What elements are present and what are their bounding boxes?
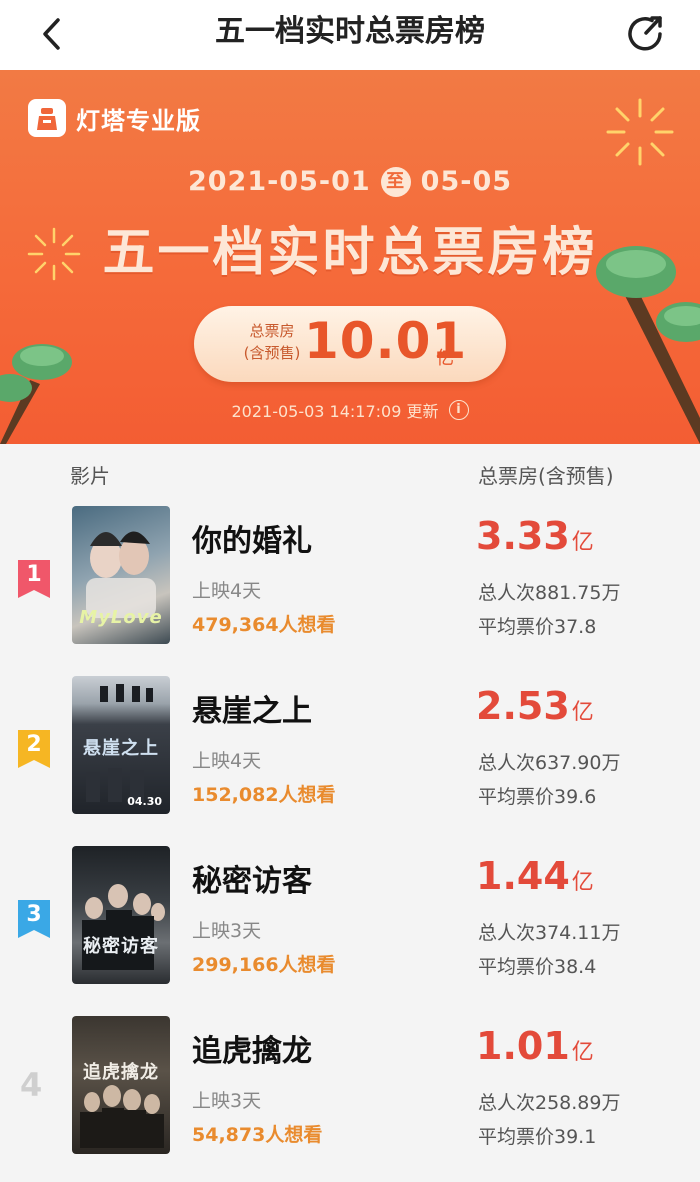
date-separator: 至: [380, 166, 411, 197]
film-poster[interactable]: 秘密访客: [72, 846, 170, 984]
average-ticket-price: 平均票价38.4: [478, 956, 597, 978]
total-label: 总票房 (含预售): [232, 320, 312, 364]
firework-decoration-icon: [606, 98, 674, 166]
film-title: 秘密访客: [192, 864, 312, 899]
film-row[interactable]: 3 秘密访客 秘密访客 上映3天 299,166人想看 1.44亿 总人次374…: [0, 846, 700, 1016]
column-header-box-office: 总票房(含预售): [478, 464, 614, 488]
film-poster[interactable]: MyLove: [72, 506, 170, 644]
rank-badge: 1: [18, 560, 50, 598]
film-box-office: 1.01亿: [476, 1024, 594, 1068]
total-label-line2: (含预售): [243, 344, 301, 362]
rank-number: 3: [26, 902, 42, 927]
rank-number: 2: [26, 732, 42, 757]
column-header-film: 影片: [70, 464, 110, 488]
film-box-office: 2.53亿: [476, 684, 594, 728]
total-viewers: 总人次881.75万: [478, 582, 621, 604]
film-box-office: 3.33亿: [476, 514, 594, 558]
navbar: 五一档实时总票房榜: [0, 0, 700, 70]
release-days: 上映4天: [192, 750, 262, 772]
release-days: 上映3天: [192, 1090, 262, 1112]
page-title: 五一档实时总票房榜: [215, 14, 485, 49]
average-ticket-price: 平均票价39.6: [478, 786, 597, 808]
update-time: 2021-05-03 14:17:09 更新: [231, 402, 439, 421]
average-ticket-price: 平均票价39.1: [478, 1126, 597, 1148]
info-icon[interactable]: i: [448, 400, 469, 420]
box-number: 1.01: [476, 1024, 570, 1068]
box-unit: 亿: [571, 700, 594, 725]
poster-caption: 悬崖之上: [83, 738, 159, 759]
release-days: 上映3天: [192, 920, 262, 942]
total-viewers: 总人次637.90万: [478, 752, 621, 774]
date-range: 2021-05-01 至 05-05: [0, 166, 700, 197]
brand: 灯塔专业版: [28, 98, 201, 138]
film-row[interactable]: 2 悬崖之上 04.30 悬崖之上 上映4天 152,082人想看 2.53亿 …: [0, 676, 700, 846]
release-days: 上映4天: [192, 580, 262, 602]
share-icon[interactable]: [622, 10, 670, 58]
want-to-see-count: 299,166人想看: [192, 954, 336, 976]
lighthouse-logo-icon: [28, 99, 66, 137]
rank-badge: 2: [18, 730, 50, 768]
film-row[interactable]: 1 MyLove 你的婚礼 上映4天 479,364人想看 3.33亿 总人次8…: [0, 506, 700, 676]
film-poster[interactable]: 悬崖之上 04.30: [72, 676, 170, 814]
poster-caption: MyLove: [79, 607, 163, 628]
box-office-banner: 灯塔专业版 2021-05-01 至 05-05 五一档实时总票房榜 总票房 (…: [0, 70, 700, 444]
total-viewers: 总人次258.89万: [478, 1092, 621, 1114]
poster-date: 04.30: [127, 795, 162, 808]
total-unit: 亿: [436, 348, 454, 369]
rank-badge: 3: [18, 900, 50, 938]
date-end: 05-05: [420, 166, 513, 197]
film-title: 你的婚礼: [192, 524, 312, 559]
box-number: 1.44: [476, 854, 570, 898]
table-header: 影片 总票房(含预售): [0, 444, 700, 500]
rank-number: 4: [20, 1066, 43, 1104]
box-unit: 亿: [571, 1040, 594, 1065]
total-viewers: 总人次374.11万: [478, 922, 621, 944]
date-start: 2021-05-01: [187, 166, 371, 197]
average-ticket-price: 平均票价37.8: [478, 616, 597, 638]
tree-decoration-icon: [0, 344, 72, 444]
update-row: 2021-05-03 14:17:09 更新 i: [0, 398, 700, 422]
brand-name: 灯塔专业版: [76, 106, 201, 135]
film-title: 追虎擒龙: [192, 1034, 312, 1069]
total-label-line1: 总票房: [249, 322, 295, 340]
want-to-see-count: 54,873人想看: [192, 1124, 323, 1146]
box-unit: 亿: [571, 870, 594, 895]
film-box-office: 1.44亿: [476, 854, 594, 898]
want-to-see-count: 479,364人想看: [192, 614, 336, 636]
film-poster[interactable]: 追虎擒龙: [72, 1016, 170, 1154]
box-unit: 亿: [571, 530, 594, 555]
rank-number: 1: [26, 562, 42, 587]
box-number: 2.53: [476, 684, 570, 728]
film-title: 悬崖之上: [192, 694, 312, 729]
want-to-see-count: 152,082人想看: [192, 784, 336, 806]
total-box-office-pill: 总票房 (含预售) 10.01 亿: [194, 306, 506, 382]
poster-caption: 追虎擒龙: [83, 1062, 159, 1083]
film-row[interactable]: 4 追虎擒龙 追虎擒龙 上映3天 54,873人想看 1.01亿 总人次258.…: [0, 1016, 700, 1182]
box-number: 3.33: [476, 514, 570, 558]
poster-caption: 秘密访客: [83, 936, 159, 957]
banner-title: 五一档实时总票房榜: [102, 223, 598, 283]
